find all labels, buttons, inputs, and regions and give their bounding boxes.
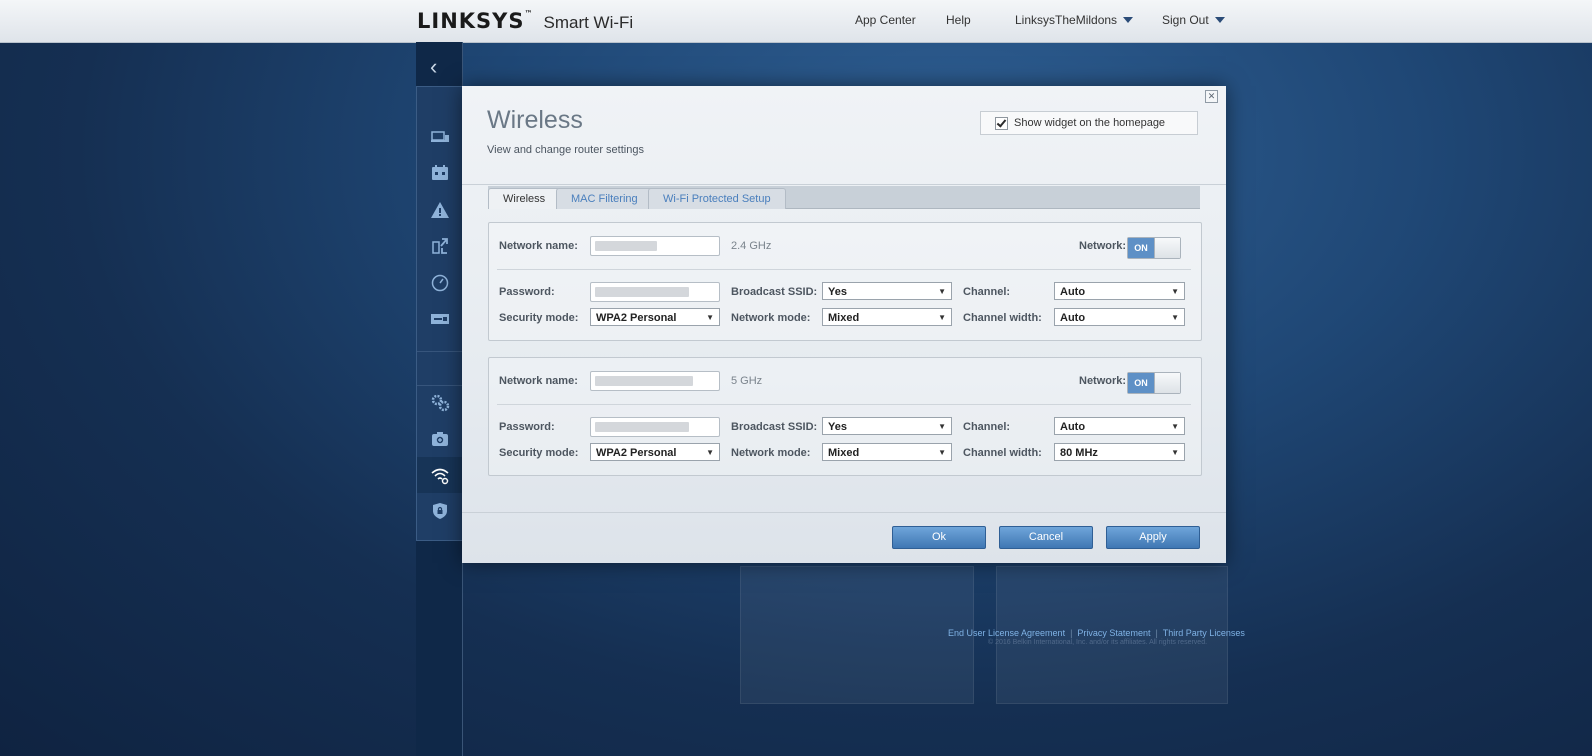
dropdown-arrow-icon: ▼ — [938, 422, 946, 431]
band-panel-5ghz: Network name: 5 GHz Network: ON Password… — [488, 357, 1202, 476]
wireless-dialog: ✕ Wireless View and change router settin… — [462, 86, 1226, 563]
dropdown-arrow-icon: ▼ — [938, 448, 946, 457]
page-subtitle: View and change router settings — [487, 144, 644, 156]
security-icon[interactable] — [417, 493, 463, 529]
network-label: Network: — [1079, 240, 1127, 252]
privacy-link[interactable]: Privacy Statement — [1077, 628, 1150, 638]
dropdown-arrow-icon: ▼ — [706, 313, 714, 322]
dropdown-arrow-icon: ▼ — [938, 313, 946, 322]
nav-account-menu[interactable]: LinksysTheMildons — [1015, 13, 1134, 27]
channel-select[interactable]: Auto ▼ — [1054, 282, 1185, 300]
band-panel-2-4ghz: Network name: 2.4 GHz Network: ON Passwo… — [488, 222, 1202, 341]
broadcast-ssid-select[interactable]: Yes ▼ — [822, 282, 952, 300]
broadcast-ssid-label: Broadcast SSID: — [731, 421, 818, 433]
tab-bar: Wireless MAC Filtering Wi-Fi Protected S… — [488, 186, 1200, 209]
dropdown-arrow-icon: ▼ — [1171, 422, 1179, 431]
network-name-field[interactable] — [590, 371, 720, 391]
eula-link[interactable]: End User License Agreement — [948, 628, 1065, 638]
password-field[interactable] — [590, 417, 720, 437]
wireless-icon[interactable] — [417, 457, 470, 493]
show-widget-option[interactable]: Show widget on the homepage — [980, 111, 1198, 135]
dropdown-arrow-icon: ▼ — [1171, 313, 1179, 322]
show-widget-label: Show widget on the homepage — [1014, 117, 1166, 129]
network-name-label: Network name: — [499, 375, 578, 387]
background-widget — [740, 566, 974, 704]
tab-wifi-protected-setup[interactable]: Wi-Fi Protected Setup — [648, 188, 786, 209]
nav-app-center[interactable]: App Center — [855, 13, 916, 27]
third-party-link[interactable]: Third Party Licenses — [1163, 628, 1245, 638]
channel-label: Channel: — [963, 421, 1011, 433]
channel-width-select[interactable]: 80 MHz ▼ — [1054, 443, 1185, 461]
troubleshooting-icon[interactable] — [417, 421, 463, 457]
parental-controls-icon[interactable] — [417, 192, 463, 228]
dropdown-arrow-icon: ▼ — [938, 287, 946, 296]
speed-test-icon[interactable] — [417, 265, 463, 301]
chevron-down-icon — [1214, 17, 1225, 23]
security-mode-label: Security mode: — [499, 312, 579, 324]
broadcast-ssid-select[interactable]: Yes ▼ — [822, 417, 952, 435]
device-list-icon[interactable] — [417, 119, 463, 155]
tab-wireless[interactable]: Wireless — [488, 188, 561, 209]
footer-links: End User License Agreement | Privacy State… — [948, 628, 1245, 638]
channel-width-label: Channel width: — [963, 447, 1042, 459]
network-toggle[interactable]: ON — [1127, 237, 1181, 259]
security-mode-select[interactable]: WPA2 Personal ▼ — [590, 308, 720, 326]
product-name: Smart Wi-Fi — [543, 13, 634, 32]
external-storage-icon[interactable] — [417, 301, 463, 337]
channel-label: Channel: — [963, 286, 1011, 298]
channel-select[interactable]: Auto ▼ — [1054, 417, 1185, 435]
network-mode-label: Network mode: — [731, 312, 811, 324]
security-mode-label: Security mode: — [499, 447, 579, 459]
linksys-logo: LINKSYS™ — [417, 9, 534, 33]
band-label: 2.4 GHz — [731, 240, 772, 252]
channel-width-label: Channel width: — [963, 312, 1042, 324]
cancel-button[interactable]: Cancel — [999, 526, 1093, 549]
network-mode-label: Network mode: — [731, 447, 811, 459]
brand[interactable]: LINKSYS™ Smart Wi-Fi — [417, 9, 633, 33]
show-widget-checkbox[interactable] — [995, 116, 1008, 130]
password-label: Password: — [499, 421, 555, 433]
nav-sign-out[interactable]: Sign Out — [1162, 13, 1225, 27]
panel-divider — [497, 269, 1191, 270]
dropdown-arrow-icon: ▼ — [706, 448, 714, 457]
panel-divider — [497, 404, 1191, 405]
dropdown-arrow-icon: ▼ — [1171, 448, 1179, 457]
password-field[interactable] — [590, 282, 720, 302]
network-mode-select[interactable]: Mixed ▼ — [822, 443, 952, 461]
network-toggle[interactable]: ON — [1127, 372, 1181, 394]
apply-button[interactable]: Apply — [1106, 526, 1200, 549]
guest-access-icon[interactable] — [417, 155, 463, 191]
close-icon[interactable]: ✕ — [1205, 90, 1218, 103]
network-name-field[interactable] — [590, 236, 720, 256]
nav-help[interactable]: Help — [946, 13, 971, 27]
media-prioritization-icon[interactable] — [417, 228, 463, 264]
page-title: Wireless — [487, 106, 583, 134]
band-label: 5 GHz — [731, 375, 763, 387]
chevron-down-icon — [1123, 17, 1134, 23]
ok-button[interactable]: Ok — [892, 526, 986, 549]
password-label: Password: — [499, 286, 555, 298]
network-name-label: Network name: — [499, 240, 578, 252]
header-divider — [462, 184, 1226, 185]
security-mode-select[interactable]: WPA2 Personal ▼ — [590, 443, 720, 461]
footer-divider — [462, 512, 1226, 513]
broadcast-ssid-label: Broadcast SSID: — [731, 286, 818, 298]
network-label: Network: — [1079, 375, 1127, 387]
connectivity-icon[interactable] — [417, 385, 463, 421]
channel-width-select[interactable]: Auto ▼ — [1054, 308, 1185, 326]
back-chevron-icon[interactable]: ‹ — [430, 54, 437, 80]
copyright: © 2016 Belkin International, Inc. and/or… — [988, 639, 1208, 646]
sidebar-tools — [416, 86, 470, 541]
tab-mac-filtering[interactable]: MAC Filtering — [556, 188, 653, 209]
dropdown-arrow-icon: ▼ — [1171, 287, 1179, 296]
network-mode-select[interactable]: Mixed ▼ — [822, 308, 952, 326]
sidebar-divider — [417, 351, 463, 352]
top-header: LINKSYS™ Smart Wi-Fi App Center Help Lin… — [0, 0, 1592, 43]
